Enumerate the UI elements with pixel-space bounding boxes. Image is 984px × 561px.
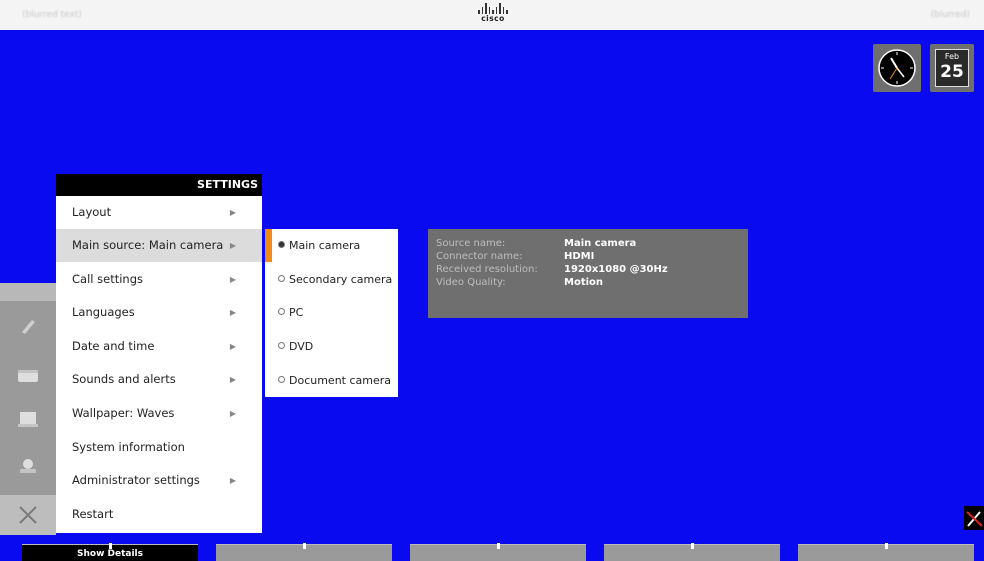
- source-option-label: PC: [289, 306, 304, 319]
- menu-item-date-time[interactable]: Date and time ▶: [56, 330, 262, 363]
- menu-item-label: Wallpaper: Waves: [72, 406, 175, 420]
- menu-item-restart[interactable]: Restart: [56, 498, 262, 531]
- contacts-icon[interactable]: [14, 363, 42, 389]
- menu-item-label: Layout: [72, 205, 112, 219]
- cisco-logo-bars: [478, 3, 508, 14]
- menu-item-label: Languages: [72, 305, 135, 319]
- radio-unselected-icon: [278, 308, 285, 315]
- resolution-label: Received resolution:: [436, 264, 538, 275]
- settings-menu: Layout ▶ Main source: Main camera ▶ Call…: [56, 196, 262, 533]
- chevron-right-icon: ▶: [229, 241, 236, 250]
- date-day: 25: [940, 62, 964, 82]
- source-option-pc[interactable]: PC: [265, 296, 398, 329]
- source-option-label: Secondary camera: [289, 273, 393, 286]
- menu-item-label: Call settings: [72, 272, 143, 286]
- menu-item-label: Restart: [72, 507, 114, 521]
- source-option-label: DVD: [289, 340, 314, 353]
- settings-header: SETTINGS: [56, 174, 262, 196]
- menu-item-label: Administrator settings: [72, 473, 200, 487]
- calendar-icon: Feb 25: [935, 49, 969, 87]
- selection-accent: [265, 229, 272, 262]
- resolution-value: 1920x1080 @30Hz: [564, 264, 668, 275]
- date-widget: Feb 25: [930, 44, 974, 92]
- chevron-right-icon: ▶: [229, 375, 236, 384]
- top-right-text: (blurred): [930, 10, 970, 20]
- bottom-button-4[interactable]: [604, 543, 780, 561]
- top-bar: (blurred text) cisco (blurred): [0, 0, 984, 30]
- source-name-value: Main camera: [564, 238, 637, 249]
- menu-item-label: Sounds and alerts: [72, 372, 176, 386]
- presentation-icon[interactable]: [14, 407, 42, 433]
- left-column-strip: [0, 283, 56, 301]
- tools-icon[interactable]: [0, 495, 56, 535]
- mic-mute-icon[interactable]: [964, 506, 984, 530]
- chevron-right-icon: ▶: [229, 308, 236, 317]
- menu-item-main-source[interactable]: Main source: Main camera ▶: [56, 229, 262, 262]
- cisco-logo-word: cisco: [481, 14, 505, 23]
- top-left-text: (blurred text): [22, 10, 82, 20]
- quality-value: Motion: [564, 277, 604, 288]
- cisco-logo: cisco: [478, 3, 508, 27]
- bottom-button-2[interactable]: [216, 543, 392, 561]
- button-notch: [691, 543, 694, 549]
- menu-item-languages[interactable]: Languages ▶: [56, 296, 262, 329]
- menu-item-label: System information: [72, 440, 185, 454]
- show-details-label: Show Details: [77, 549, 143, 559]
- menu-item-layout[interactable]: Layout ▶: [56, 196, 262, 229]
- chevron-right-icon: ▶: [229, 342, 236, 351]
- chevron-right-icon: ▶: [229, 275, 236, 284]
- menu-item-administrator-settings[interactable]: Administrator settings ▶: [56, 464, 262, 497]
- radio-unselected-icon: [278, 342, 285, 349]
- chevron-right-icon: ▶: [229, 208, 236, 217]
- source-submenu: Main camera Secondary camera PC DVD Docu…: [265, 229, 398, 397]
- source-option-document-camera[interactable]: Document camera: [265, 364, 398, 397]
- connector-label: Connector name:: [436, 251, 523, 262]
- menu-item-sounds-alerts[interactable]: Sounds and alerts ▶: [56, 363, 262, 396]
- source-option-dvd[interactable]: DVD: [265, 330, 398, 363]
- source-option-label: Main camera: [289, 239, 361, 252]
- left-icon-column: [0, 283, 56, 535]
- source-option-main-camera[interactable]: Main camera: [265, 229, 398, 262]
- quality-label: Video Quality:: [436, 277, 506, 288]
- button-notch: [303, 543, 306, 549]
- phone-icon[interactable]: [14, 313, 42, 339]
- bottom-button-5[interactable]: [798, 543, 974, 561]
- radio-selected-icon: [278, 241, 285, 248]
- source-option-secondary-camera[interactable]: Secondary camera: [265, 263, 398, 296]
- button-notch: [885, 543, 888, 549]
- bottom-button-3[interactable]: [410, 543, 586, 561]
- radio-unselected-icon: [278, 376, 285, 383]
- chevron-right-icon: ▶: [229, 409, 236, 418]
- button-notch: [497, 543, 500, 549]
- camera-icon[interactable]: [14, 453, 42, 479]
- menu-item-label: Date and time: [72, 339, 155, 353]
- source-info-panel: Source name: Main camera Connector name:…: [428, 229, 748, 318]
- source-name-label: Source name:: [436, 238, 506, 249]
- menu-item-wallpaper[interactable]: Wallpaper: Waves ▶: [56, 397, 262, 430]
- analog-clock-icon: [873, 44, 921, 92]
- chevron-right-icon: ▶: [229, 476, 236, 485]
- connector-value: HDMI: [564, 251, 595, 262]
- menu-item-call-settings[interactable]: Call settings ▶: [56, 263, 262, 296]
- show-details-button[interactable]: Show Details: [22, 543, 198, 561]
- menu-item-label: Main source: Main camera: [72, 238, 224, 252]
- radio-unselected-icon: [278, 275, 285, 282]
- menu-item-system-information[interactable]: System information: [56, 431, 262, 464]
- source-option-label: Document camera: [289, 374, 392, 387]
